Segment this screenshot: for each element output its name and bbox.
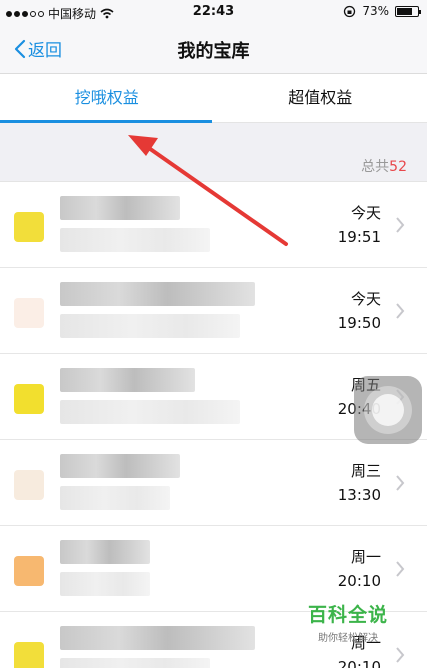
item-day: 周一 [350, 548, 381, 566]
chevron-right-icon [396, 475, 405, 491]
item-time: 19:51 [337, 228, 381, 246]
blurred-subtitle [60, 486, 170, 510]
status-right: 73% [343, 4, 421, 18]
chevron-right-icon [396, 647, 405, 663]
total-label: 总共 [361, 159, 390, 175]
watermark-logo: 百科全说 助你轻松解决 [308, 600, 388, 644]
blurred-subtitle [60, 572, 150, 596]
watermark-title: 百科全说 [308, 604, 389, 626]
item-thumbnail [14, 212, 44, 242]
battery-icon [395, 5, 421, 17]
page-title: 我的宝库 [177, 41, 250, 62]
item-day: 周三 [350, 462, 381, 480]
assistive-touch-button[interactable] [354, 376, 422, 444]
tab-value-benefits[interactable]: 超值权益 [214, 74, 427, 122]
total-number: 52 [389, 159, 407, 175]
blurred-subtitle [60, 314, 240, 338]
item-thumbnail [14, 556, 44, 586]
total-count: 总共52 [361, 156, 407, 176]
list-item[interactable]: 今天 19:51 [0, 182, 427, 268]
item-thumbnail [14, 298, 44, 328]
item-thumbnail [14, 384, 44, 414]
blurred-title [60, 626, 255, 650]
tab-bar: 挖哦权益 超值权益 [0, 74, 427, 123]
blurred-subtitle [60, 658, 210, 668]
orientation-lock-icon [344, 5, 356, 17]
battery-percent: 73% [362, 4, 389, 18]
list-item[interactable]: 周三 13:30 [0, 440, 427, 526]
item-time: 19:50 [337, 314, 381, 332]
item-day: 今天 [350, 204, 381, 222]
item-thumbnail [14, 642, 44, 668]
summary-bar: 总共52 [0, 123, 427, 182]
blurred-subtitle [60, 228, 210, 252]
chevron-right-icon [396, 561, 405, 577]
chevron-right-icon [396, 303, 405, 319]
item-day: 今天 [350, 290, 381, 308]
blurred-title [60, 368, 195, 392]
item-time: 13:30 [337, 486, 381, 504]
chevron-right-icon [396, 217, 405, 233]
item-time: 20:10 [337, 658, 381, 668]
tab-wao-benefits[interactable]: 挖哦权益 [0, 74, 214, 123]
status-bar: 中国移动 22:43 73% [0, 0, 427, 26]
item-time: 20:10 [337, 572, 381, 590]
navigation-bar: 返回 我的宝库 [0, 26, 427, 74]
item-thumbnail [14, 470, 44, 500]
blurred-title [60, 540, 150, 564]
watermark-subtitle: 助你轻松解决 [318, 633, 378, 644]
blurred-title [60, 282, 255, 306]
blurred-title [60, 196, 180, 220]
blurred-title [60, 454, 180, 478]
list-item[interactable]: 今天 19:50 [0, 268, 427, 354]
blurred-subtitle [60, 400, 240, 424]
